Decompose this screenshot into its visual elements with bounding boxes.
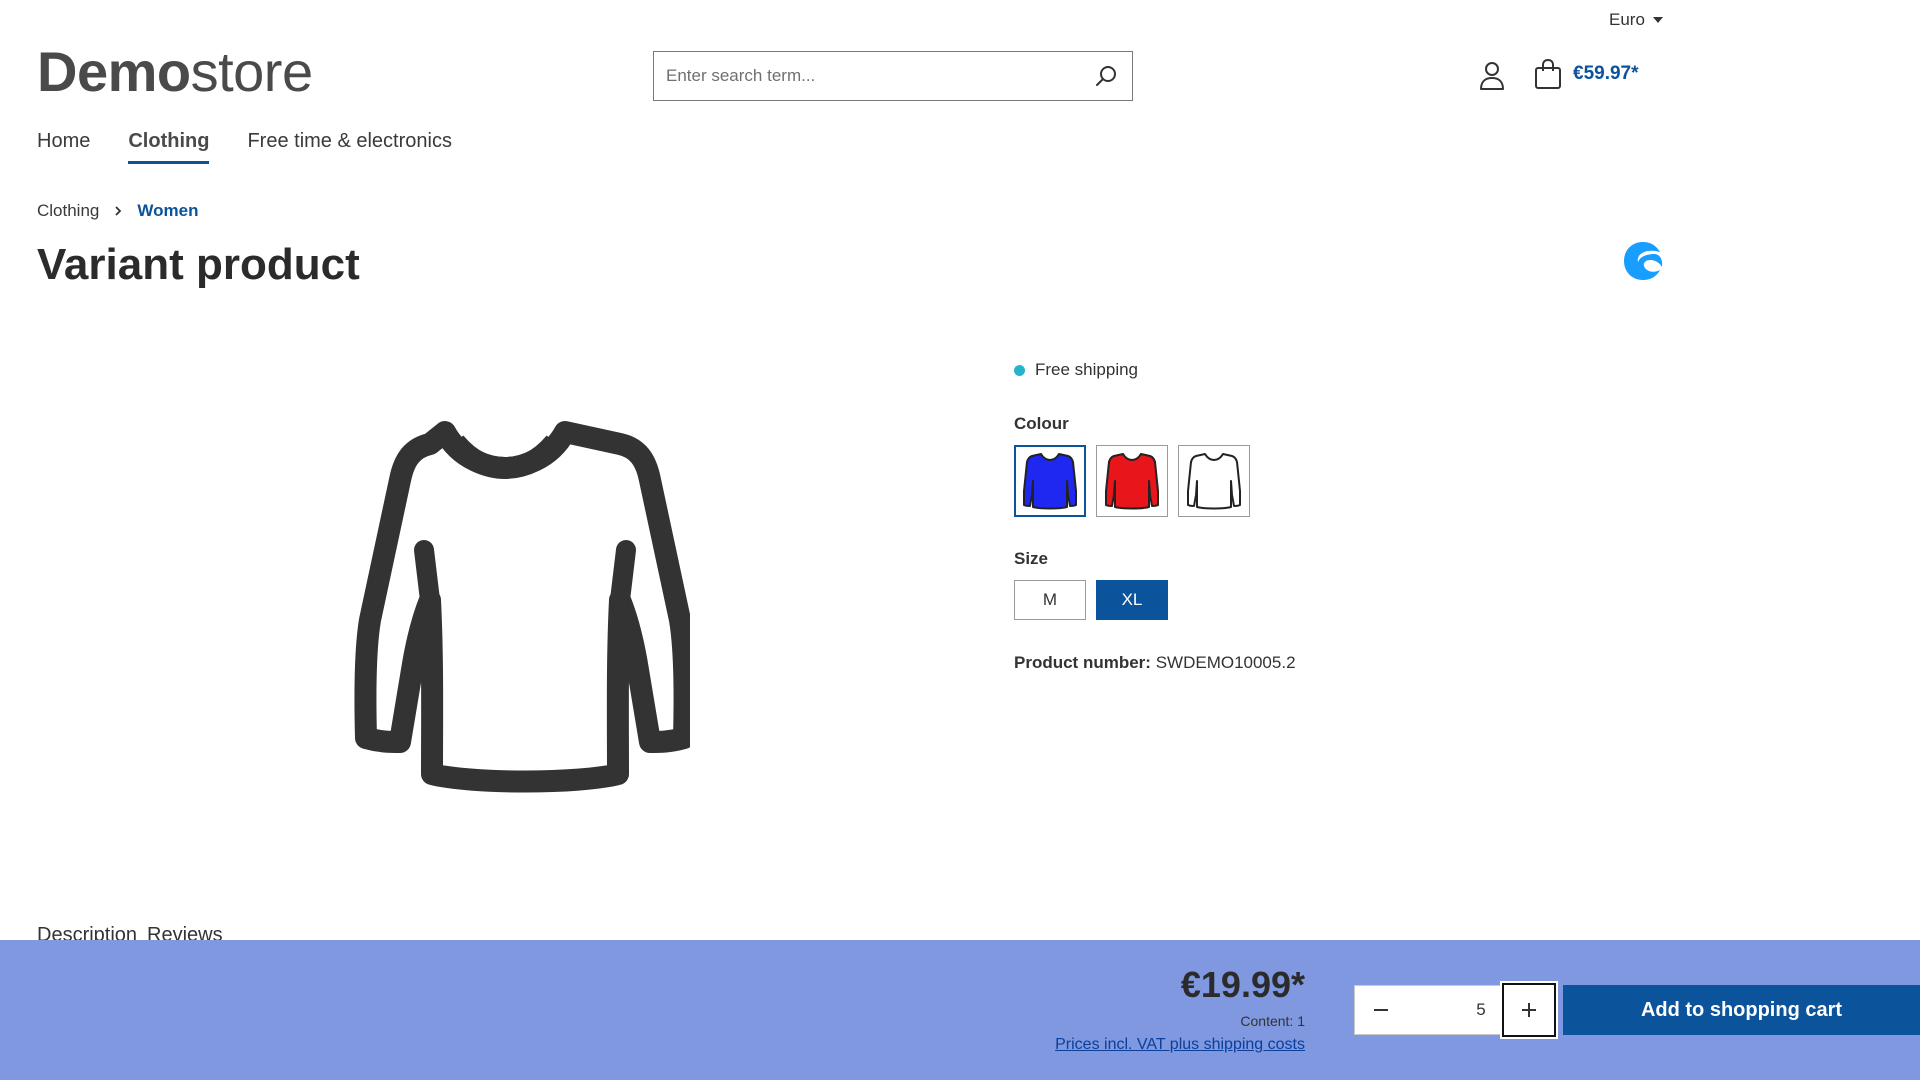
long-sleeve-shirt-icon [1105,453,1159,510]
nav-item-home[interactable]: Home [37,130,90,164]
page-title: Variant product [37,240,360,289]
minus-icon [1374,1009,1388,1011]
caret-down-icon [1652,17,1663,23]
breadcrumb: Clothing Women [37,201,198,221]
product-price: €19.99* [1180,964,1305,1005]
logo-light-text: store [190,40,314,103]
main-navigation: Home Clothing Free time & electronics [37,130,452,164]
add-to-cart-button[interactable]: Add to shopping cart [1563,985,1920,1035]
colour-option-red[interactable] [1096,445,1168,517]
shopping-bag-icon [1535,58,1561,89]
status-dot-icon [1014,364,1025,376]
size-option-m[interactable]: M [1014,580,1086,620]
search-bar [653,51,1133,101]
size-label: Size [1014,549,1049,568]
breadcrumb-item-clothing[interactable]: Clothing [37,201,99,221]
product-content: Content: 1 [1240,1013,1305,1029]
quantity-decrease-button[interactable] [1355,986,1407,1034]
size-options: M XL [1014,580,1168,620]
currency-label: Euro [1609,10,1645,29]
chevron-right-icon [115,206,122,216]
account-button[interactable] [1478,60,1506,92]
product-number-value: SWDEMO10005.2 [1155,653,1296,672]
store-logo[interactable]: Demostore [37,40,313,104]
nav-item-clothing[interactable]: Clothing [128,130,210,164]
long-sleeve-shirt-icon [1187,453,1241,510]
product-number: Product number: SWDEMO10005.2 [1014,653,1296,673]
long-sleeve-shirt-icon [1023,453,1077,510]
nav-item-free-time-electronics[interactable]: Free time & electronics [247,130,452,164]
cart-button[interactable]: €59.97* [1533,58,1639,90]
user-icon [1480,62,1504,90]
search-icon [1096,66,1116,86]
search-input[interactable] [666,66,1092,86]
cart-total: €59.97* [1573,63,1639,84]
quantity-increase-button[interactable] [1500,981,1558,1039]
page: Euro Demostore €59.97* Home Clothi [0,0,1920,1080]
logo-bold-text: Demo [37,40,191,103]
vat-shipping-link[interactable]: Prices incl. VAT plus shipping costs [1055,1036,1305,1054]
colour-option-blue[interactable] [1014,445,1086,517]
plus-icon [1522,1003,1536,1017]
shopware-logo[interactable] [1620,238,1666,284]
colour-option-white[interactable] [1178,445,1250,517]
product-number-label: Product number: [1014,653,1151,672]
long-sleeve-shirt-icon [354,421,690,793]
delivery-info: Free shipping [1014,360,1138,380]
size-option-xl[interactable]: XL [1096,580,1168,620]
colour-options [1014,445,1250,517]
breadcrumb-item-women[interactable]: Women [137,201,198,221]
shipping-label: Free shipping [1035,360,1139,379]
search-button[interactable] [1092,62,1120,90]
colour-label: Colour [1014,414,1069,433]
currency-dropdown[interactable]: Euro [1609,10,1663,30]
